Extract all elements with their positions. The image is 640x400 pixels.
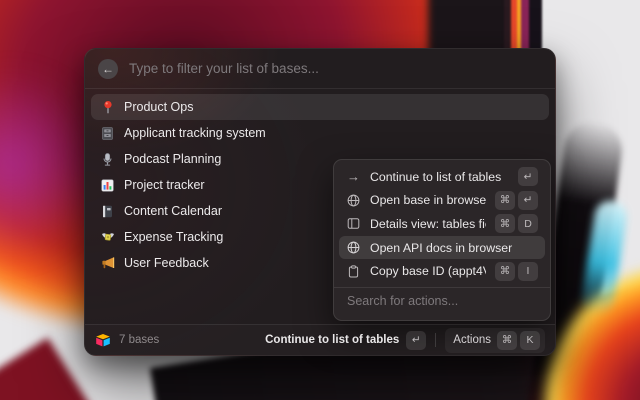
cmd-keycap: ⌘ <box>495 191 515 210</box>
filter-bases-input[interactable] <box>129 61 542 76</box>
return-keycap: ↵ <box>518 191 538 210</box>
bar-chart-icon <box>100 178 115 193</box>
action-open-base-browser[interactable]: Open base in browser ⌘ ↵ <box>339 189 545 213</box>
k-keycap: K <box>520 331 540 350</box>
actions-search-row <box>339 288 545 315</box>
list-item-applicant-tracking[interactable]: Applicant tracking system <box>91 120 549 146</box>
list-item-label: User Feedback <box>124 256 209 270</box>
actions-button[interactable]: Actions ⌘ K <box>445 328 545 353</box>
action-label: Open base in browser <box>370 193 486 207</box>
back-arrow-icon: ← <box>102 59 114 79</box>
shortcut-keys: ⌘ I <box>495 262 538 281</box>
microphone-icon <box>100 152 115 167</box>
shortcut-keys: ⌘ D <box>495 214 538 233</box>
list-item-label: Product Ops <box>124 100 193 114</box>
actions-shortcut-keys: ⌘ K <box>497 331 540 350</box>
status-bar-right: Continue to list of tables ↵ Actions ⌘ K <box>265 328 545 353</box>
action-open-api-docs[interactable]: Open API docs in browser <box>339 236 545 260</box>
wallpaper-color-stripes <box>504 0 542 54</box>
d-keycap: D <box>518 214 538 233</box>
back-button[interactable]: ← <box>98 59 118 79</box>
globe-icon <box>346 240 361 255</box>
arrow-right-icon: → <box>346 169 361 184</box>
shortcut-keys: ↵ <box>518 167 538 186</box>
list-item-label: Applicant tracking system <box>124 126 266 140</box>
shortcut-keys: ⌘ ↵ <box>495 191 538 210</box>
action-label: Open API docs in browser <box>370 241 538 255</box>
action-label: Details view: tables fields list <box>370 217 486 231</box>
pushpin-icon <box>100 100 115 115</box>
search-actions-input[interactable] <box>347 294 537 308</box>
return-keycap: ↵ <box>518 167 538 186</box>
action-label: Continue to list of tables <box>370 170 509 184</box>
sidebar-icon <box>346 216 361 231</box>
clipboard-icon <box>346 264 361 279</box>
actions-popover: → Continue to list of tables ↵ Open base… <box>333 159 551 321</box>
primary-action-label: Continue to list of tables <box>265 334 399 346</box>
megaphone-icon <box>100 256 115 271</box>
bases-count: 7 bases <box>119 334 159 346</box>
search-bar: ← <box>85 49 555 89</box>
cmd-keycap: ⌘ <box>495 214 515 233</box>
money-with-wings-icon <box>100 230 115 245</box>
action-copy-base-id[interactable]: Copy base ID (appt4VawzNXGKr3hX) ⌘ I <box>339 259 545 283</box>
return-keycap: ↵ <box>406 331 426 350</box>
action-details-view[interactable]: Details view: tables fields list ⌘ D <box>339 212 545 236</box>
airtable-logo <box>95 333 111 348</box>
cmd-keycap: ⌘ <box>497 331 517 350</box>
globe-icon <box>346 193 361 208</box>
actions-button-label: Actions <box>453 334 491 346</box>
list-item-label: Expense Tracking <box>124 230 223 244</box>
cmd-keycap: ⌘ <box>495 262 515 281</box>
list-item-product-ops[interactable]: Product Ops <box>91 94 549 120</box>
notebook-icon <box>100 204 115 219</box>
action-label: Copy base ID (appt4VawzNXGKr3hX) <box>370 264 486 278</box>
list-item-label: Podcast Planning <box>124 152 221 166</box>
i-keycap: I <box>518 262 538 281</box>
status-bar-divider <box>435 333 436 347</box>
primary-action-button[interactable]: Continue to list of tables ↵ <box>265 331 426 350</box>
command-palette-window: ← Product Ops Applicant tracking system … <box>84 48 556 356</box>
list-item-label: Content Calendar <box>124 204 222 218</box>
status-bar: 7 bases Continue to list of tables ↵ Act… <box>85 324 555 355</box>
list-item-label: Project tracker <box>124 178 205 192</box>
action-continue-to-tables[interactable]: → Continue to list of tables ↵ <box>339 165 545 189</box>
file-cabinet-icon <box>100 126 115 141</box>
